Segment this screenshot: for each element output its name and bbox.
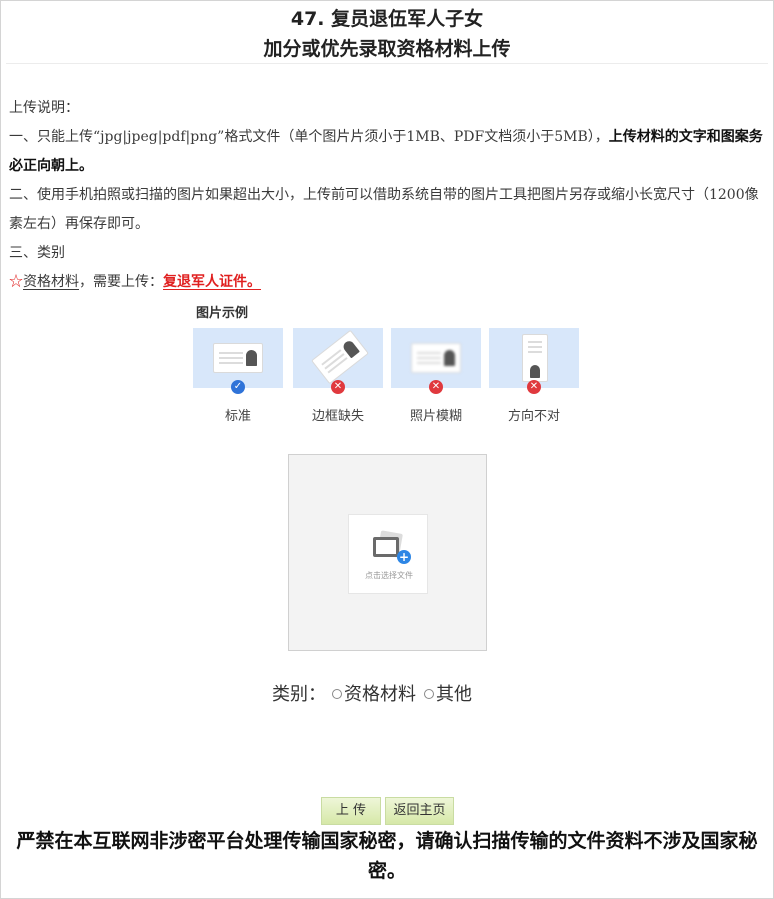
example-label: 边框缺失 xyxy=(311,409,364,424)
x-icon: ✕ xyxy=(429,380,443,394)
example-card xyxy=(489,328,579,388)
radio-other[interactable] xyxy=(424,689,434,699)
category-label: 类别： xyxy=(272,684,326,705)
category-requirement: ☆资格材料，需要上传：复退军人证件。 xyxy=(9,268,765,297)
instructions-heading: 上传说明： xyxy=(9,100,79,116)
upload-hint: 点击选择文件 xyxy=(365,571,413,580)
security-warning: 严禁在本互联网非涉密平台处理传输国家秘密，请确认扫描传输的文件资料不涉及国家秘密… xyxy=(16,830,758,882)
page-title: 47. 复员退伍军人子女 xyxy=(290,8,484,30)
select-file-button[interactable]: + 点击选择文件 xyxy=(348,514,428,594)
id-card-icon xyxy=(411,343,461,373)
upload-instructions: 上传说明： 一、只能上传“jpg|jpeg|pdf|png”格式文件（单个图片片… xyxy=(9,94,765,297)
example-wrong-orientation: ✕ 方向不对 xyxy=(489,328,581,424)
example-images: ✓ 标准 ✕ 边框缺失 ✕ 照片模糊 ✕ 方向不对 xyxy=(193,328,593,428)
instruction-rule-3: 三、类别 xyxy=(9,245,65,261)
need-text: ，需要上传： xyxy=(79,274,163,290)
instruction-rule-1: 一、只能上传“jpg|jpeg|pdf|png”格式文件（单个图片片须小于1MB… xyxy=(9,123,765,181)
rule-1-text: 一、只能上传“jpg|jpeg|pdf|png”格式文件（单个图片片须小于1MB… xyxy=(9,129,609,145)
category-name: 资格材料 xyxy=(23,274,79,290)
example-card xyxy=(293,328,383,388)
instruction-rule-2: 二、使用手机拍照或扫描的图片如果超出大小，上传前可以借助系统自带的图片工具把图片… xyxy=(9,187,759,232)
header-divider xyxy=(6,63,768,64)
check-icon: ✓ xyxy=(231,380,245,394)
example-label: 标准 xyxy=(224,409,251,424)
radio-qualification-label[interactable]: 资格材料 xyxy=(344,684,416,705)
radio-other-label[interactable]: 其他 xyxy=(436,684,472,705)
required-document: 复退军人证件。 xyxy=(163,274,261,290)
page-header: 47. 复员退伍军人子女 加分或优先录取资格材料上传 xyxy=(0,4,774,64)
example-card xyxy=(391,328,481,388)
example-card xyxy=(193,328,283,388)
examples-title: 图片示例 xyxy=(196,306,249,321)
example-label: 照片模糊 xyxy=(409,409,462,424)
home-button[interactable]: 返回主页 xyxy=(385,797,454,825)
star-icon: ☆ xyxy=(9,274,23,290)
example-blurry: ✕ 照片模糊 xyxy=(391,328,483,424)
id-card-icon xyxy=(522,334,548,382)
page-subtitle: 加分或优先录取资格材料上传 xyxy=(263,38,511,60)
upload-area[interactable]: + 点击选择文件 xyxy=(288,454,487,651)
category-selector: 类别： 资格材料 其他 xyxy=(272,680,472,706)
radio-qualification[interactable] xyxy=(332,689,342,699)
example-label: 方向不对 xyxy=(507,409,560,424)
x-icon: ✕ xyxy=(527,380,541,394)
upload-button[interactable]: 上 传 xyxy=(321,797,381,825)
x-icon: ✕ xyxy=(331,380,345,394)
id-card-icon xyxy=(213,343,263,373)
add-file-icon: + xyxy=(373,530,411,564)
example-standard: ✓ 标准 xyxy=(193,328,285,424)
id-card-icon xyxy=(311,329,369,385)
example-border-missing: ✕ 边框缺失 xyxy=(293,328,385,424)
plus-icon: + xyxy=(397,550,411,564)
